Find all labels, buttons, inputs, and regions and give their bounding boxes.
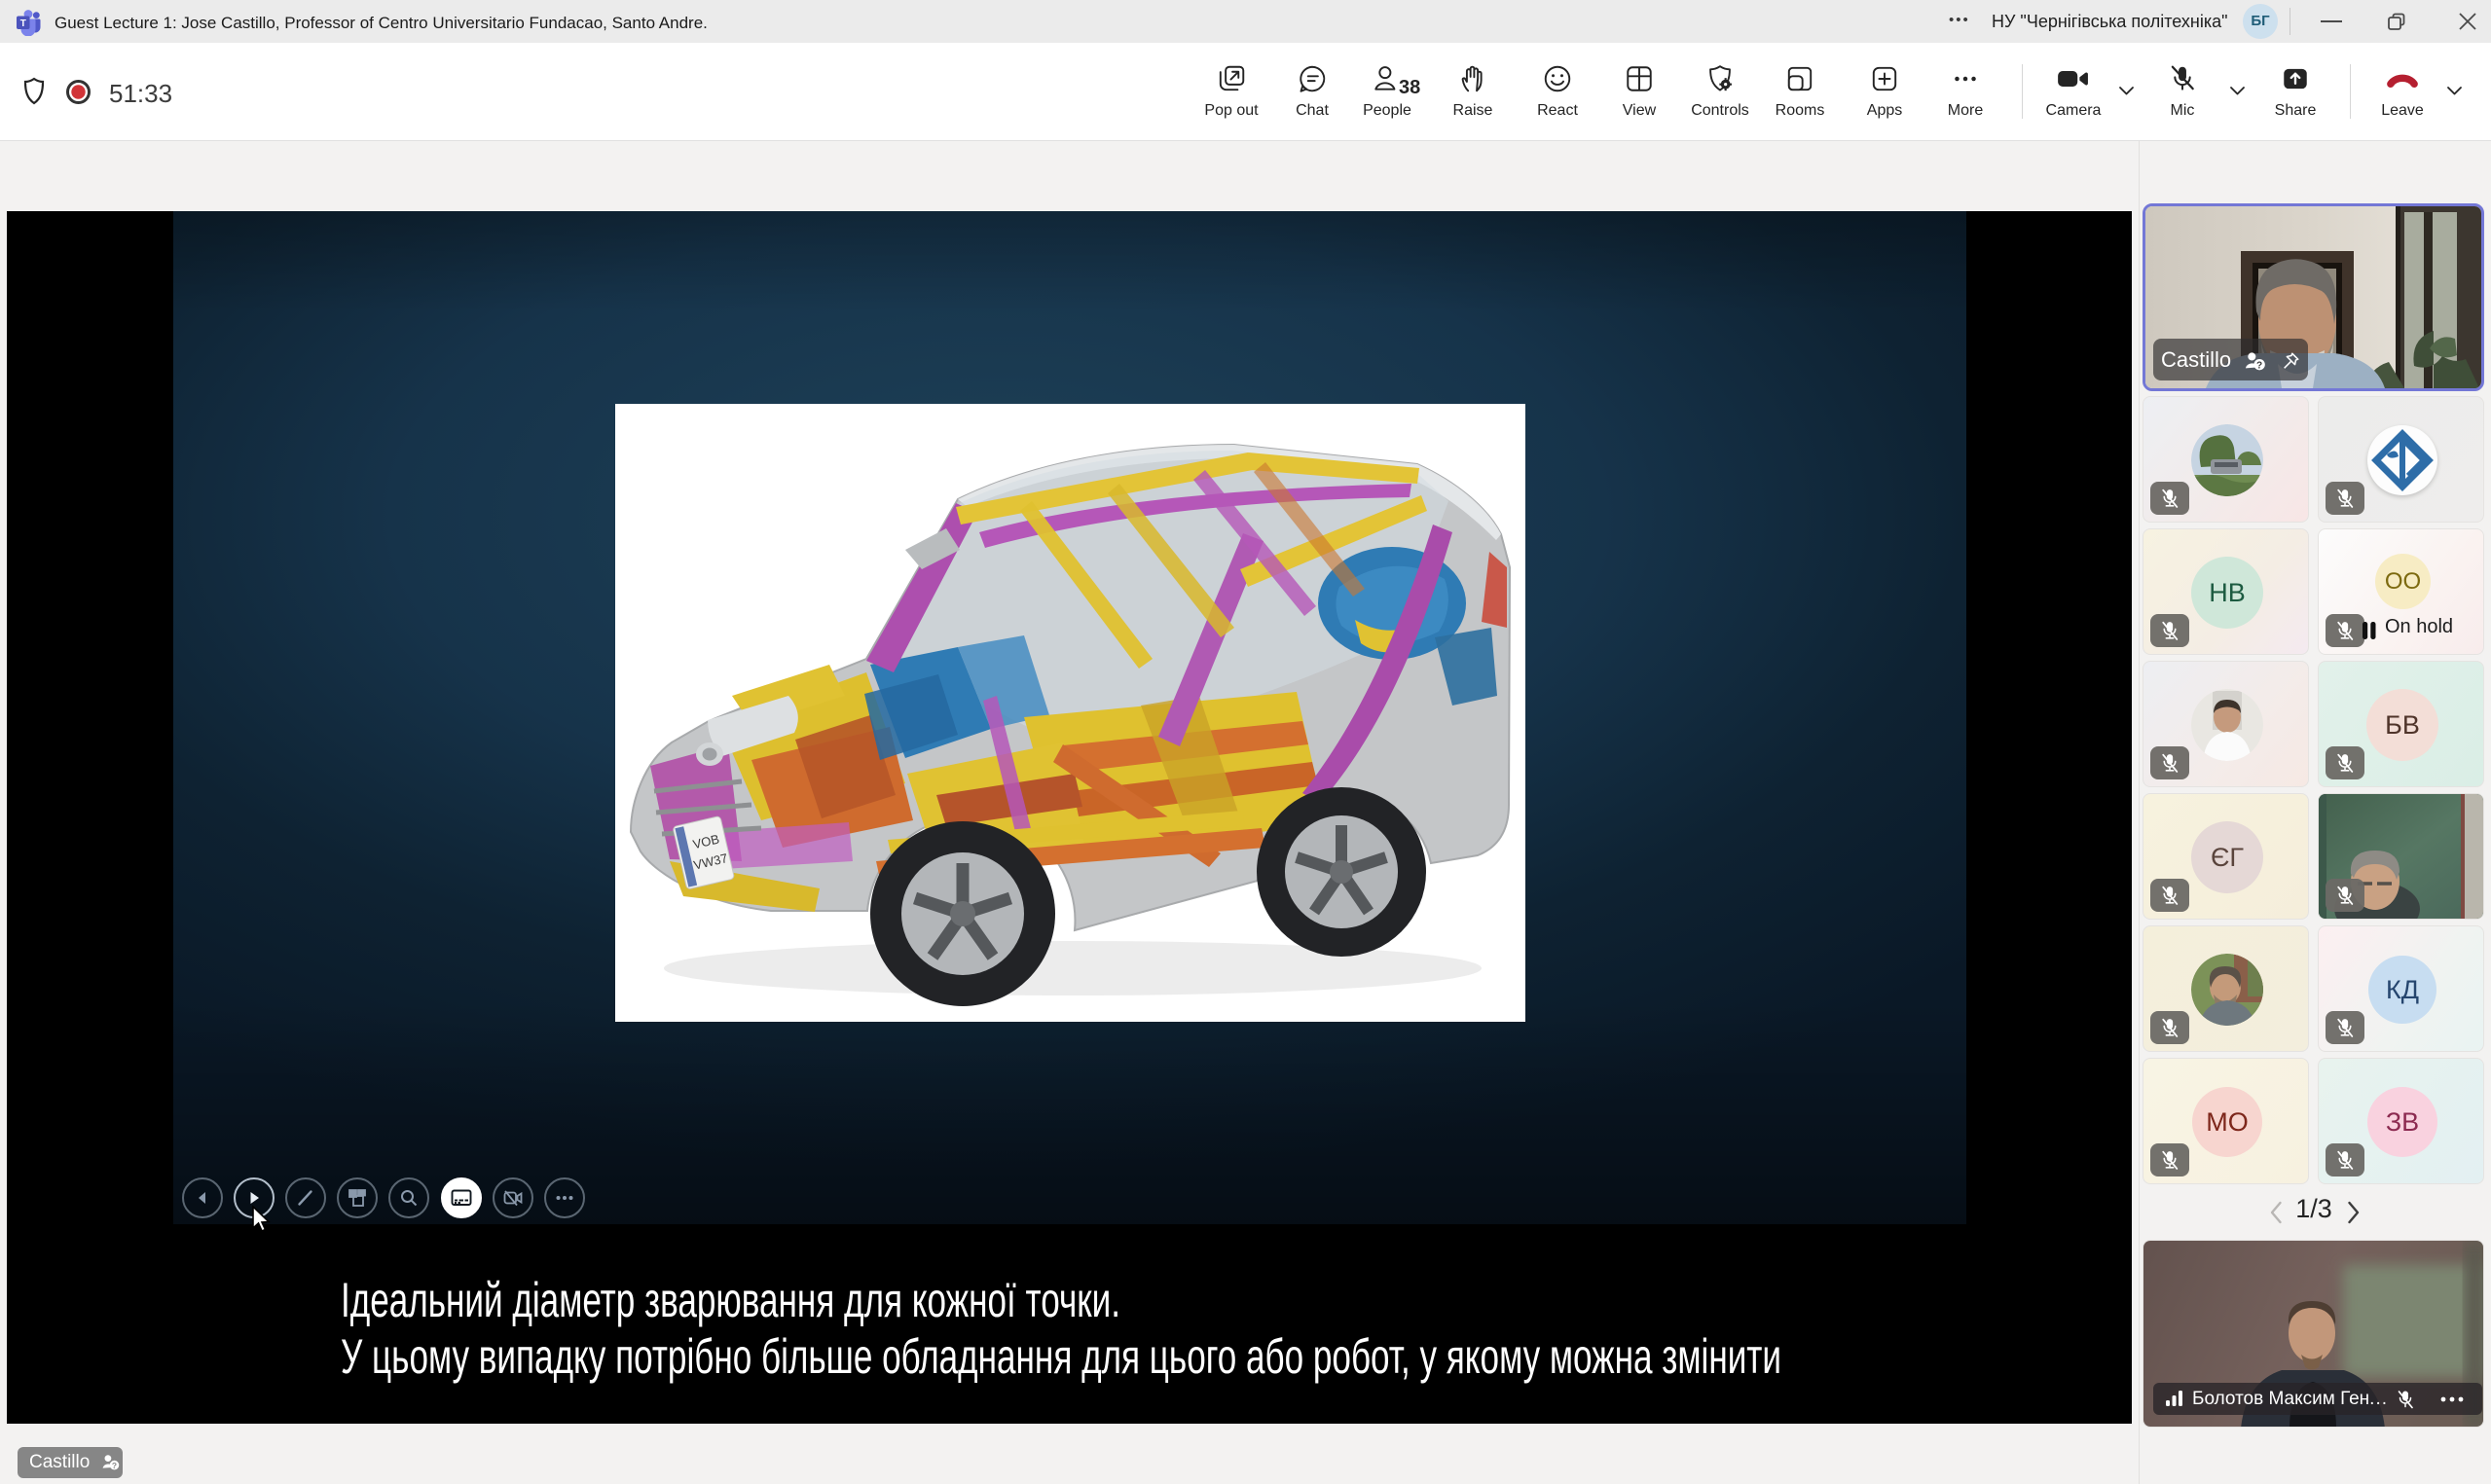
svg-text:?: ? (2256, 361, 2262, 372)
svg-text:?: ? (111, 1461, 116, 1470)
svg-text:T: T (20, 18, 26, 29)
